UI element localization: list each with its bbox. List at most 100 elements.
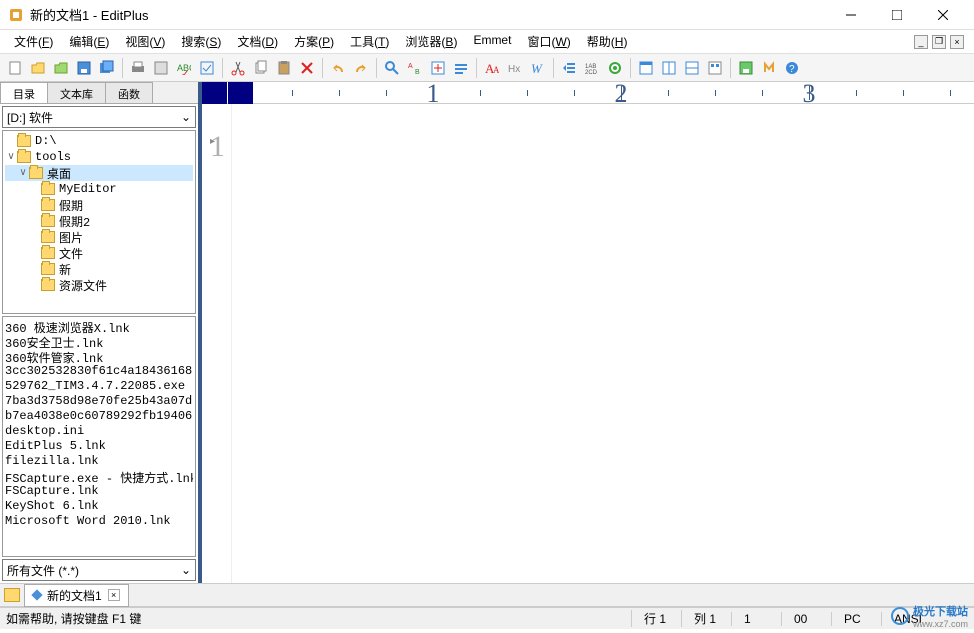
bookmark-button[interactable] bbox=[450, 57, 472, 79]
tab-close-button[interactable]: × bbox=[108, 589, 120, 601]
toggle-button[interactable] bbox=[196, 57, 218, 79]
text-content[interactable]: ▸ bbox=[232, 104, 974, 583]
edit-area[interactable]: 1 ▸ bbox=[202, 104, 974, 583]
tree-item[interactable]: ∨tools bbox=[5, 149, 193, 165]
svg-text:B: B bbox=[415, 69, 420, 75]
tree-item[interactable]: 图片 bbox=[5, 229, 193, 245]
paste-button[interactable] bbox=[273, 57, 295, 79]
tree-item[interactable]: 资源文件 bbox=[5, 277, 193, 293]
redo-button[interactable] bbox=[350, 57, 372, 79]
mdi-minimize-button[interactable]: _ bbox=[914, 35, 928, 49]
close-button[interactable] bbox=[920, 0, 966, 30]
file-item[interactable]: 529762_TIM3.4.7.22085.exe bbox=[5, 379, 193, 394]
sidebar: 目录 文本库 函数 [D:] 软件 ⌄ D:\∨tools∨桌面MyEditor… bbox=[0, 82, 202, 583]
file-item[interactable]: FSCapture.lnk bbox=[5, 484, 193, 499]
menu-f[interactable]: 文件(F) bbox=[6, 30, 61, 53]
folder-tree[interactable]: D:\∨tools∨桌面MyEditor假期假期2图片文件新资源文件 bbox=[2, 130, 196, 314]
svg-text:Hx: Hx bbox=[508, 64, 520, 75]
menu-emmet[interactable]: Emmet bbox=[465, 30, 519, 53]
chevron-down-icon: ⌄ bbox=[181, 110, 191, 124]
file-item[interactable]: desktop.ini bbox=[5, 424, 193, 439]
menu-t[interactable]: 工具(T) bbox=[342, 30, 397, 53]
save-all-button[interactable] bbox=[96, 57, 118, 79]
print-button[interactable] bbox=[127, 57, 149, 79]
new-file-button[interactable] bbox=[4, 57, 26, 79]
menu-b[interactable]: 浏览器(B) bbox=[397, 30, 465, 53]
file-item[interactable]: Microsoft Word 2010.lnk bbox=[5, 514, 193, 529]
find-button[interactable] bbox=[381, 57, 403, 79]
watermark-url: www.xz7.com bbox=[913, 619, 968, 629]
menu-e[interactable]: 编辑(E) bbox=[61, 30, 117, 53]
menu-d[interactable]: 文档(D) bbox=[229, 30, 286, 53]
window3-button[interactable] bbox=[681, 57, 703, 79]
menu-s[interactable]: 搜索(S) bbox=[173, 30, 229, 53]
file-item[interactable]: b7ea4038e0c60789292fb194066a bbox=[5, 409, 193, 424]
file-item[interactable]: 7ba3d3758d98e70fe25b43a07d7c bbox=[5, 394, 193, 409]
svg-text:?: ? bbox=[789, 64, 795, 75]
tree-item[interactable]: D:\ bbox=[5, 133, 193, 149]
save-project-button[interactable] bbox=[735, 57, 757, 79]
maximize-button[interactable] bbox=[874, 0, 920, 30]
file-item[interactable]: 360软件管家.lnk bbox=[5, 349, 193, 364]
help-button[interactable]: ? bbox=[781, 57, 803, 79]
font-button[interactable]: AA bbox=[481, 57, 503, 79]
tab-cliptext[interactable]: 文本库 bbox=[47, 82, 106, 103]
settings-button[interactable] bbox=[604, 57, 626, 79]
file-item[interactable]: 360 极速浏览器X.lnk bbox=[5, 319, 193, 334]
file-item[interactable]: EditPlus 5.lnk bbox=[5, 439, 193, 454]
tab-directory[interactable]: 目录 bbox=[0, 82, 48, 103]
status-col: 列 1 bbox=[681, 610, 731, 627]
macro-button[interactable] bbox=[758, 57, 780, 79]
menu-h[interactable]: 帮助(H) bbox=[579, 30, 636, 53]
file-item[interactable]: filezilla.lnk bbox=[5, 454, 193, 469]
menu-p[interactable]: 方案(P) bbox=[286, 30, 342, 53]
watermark-logo-icon bbox=[891, 607, 909, 625]
mdi-close-button[interactable]: × bbox=[950, 35, 964, 49]
file-item[interactable]: KeyShot 6.lnk bbox=[5, 499, 193, 514]
document-tab[interactable]: 新的文档1 × bbox=[24, 584, 129, 607]
svg-text:W: W bbox=[531, 61, 543, 75]
mdi-restore-button[interactable]: ❐ bbox=[932, 35, 946, 49]
status-line: 行 1 bbox=[631, 610, 681, 627]
minimize-button[interactable] bbox=[828, 0, 874, 30]
tree-item[interactable]: 文件 bbox=[5, 245, 193, 261]
folder-icon[interactable] bbox=[4, 588, 20, 602]
file-item[interactable]: 3cc302532830f61c4a18436168ff bbox=[5, 364, 193, 379]
window2-button[interactable] bbox=[658, 57, 680, 79]
menu-v[interactable]: 视图(V) bbox=[117, 30, 173, 53]
open-file-button[interactable] bbox=[27, 57, 49, 79]
watermark-text: 极光下载站 bbox=[913, 603, 968, 619]
goto-button[interactable] bbox=[427, 57, 449, 79]
window4-button[interactable] bbox=[704, 57, 726, 79]
spell-check-button[interactable]: ABC✓ bbox=[173, 57, 195, 79]
print-preview-button[interactable] bbox=[150, 57, 172, 79]
menu-w[interactable]: 窗口(W) bbox=[519, 30, 578, 53]
delete-button[interactable] bbox=[296, 57, 318, 79]
watermark: 极光下载站 www.xz7.com bbox=[891, 603, 968, 629]
open-remote-button[interactable] bbox=[50, 57, 72, 79]
hex-button[interactable]: Hx bbox=[504, 57, 526, 79]
indent-button[interactable] bbox=[558, 57, 580, 79]
copy-button[interactable] bbox=[250, 57, 272, 79]
cut-button[interactable] bbox=[227, 57, 249, 79]
undo-button[interactable] bbox=[327, 57, 349, 79]
file-item[interactable]: FSCapture.exe - 快捷方式.lnk bbox=[5, 469, 193, 484]
file-item[interactable]: 360安全卫士.lnk bbox=[5, 334, 193, 349]
tree-item[interactable]: MyEditor bbox=[5, 181, 193, 197]
document-tabs: 新的文档1 × bbox=[0, 583, 974, 607]
wordwrap-button[interactable]: W bbox=[527, 57, 549, 79]
file-list[interactable]: 360 极速浏览器X.lnk360安全卫士.lnk360软件管家.lnk3cc3… bbox=[2, 316, 196, 557]
toolbar: ABC✓ AB AA Hx W 1AB2CD ? bbox=[0, 54, 974, 82]
encoding-button[interactable]: 1AB2CD bbox=[581, 57, 603, 79]
drive-selector[interactable]: [D:] 软件 ⌄ bbox=[2, 106, 196, 128]
tab-functions[interactable]: 函数 bbox=[105, 82, 153, 103]
ruler-origin bbox=[202, 82, 227, 104]
file-filter[interactable]: 所有文件 (*.*) ⌄ bbox=[2, 559, 196, 581]
tree-item[interactable]: 假期2 bbox=[5, 213, 193, 229]
replace-button[interactable]: AB bbox=[404, 57, 426, 79]
window1-button[interactable] bbox=[635, 57, 657, 79]
tree-item[interactable]: 假期 bbox=[5, 197, 193, 213]
tree-item[interactable]: ∨桌面 bbox=[5, 165, 193, 181]
save-button[interactable] bbox=[73, 57, 95, 79]
tree-item[interactable]: 新 bbox=[5, 261, 193, 277]
